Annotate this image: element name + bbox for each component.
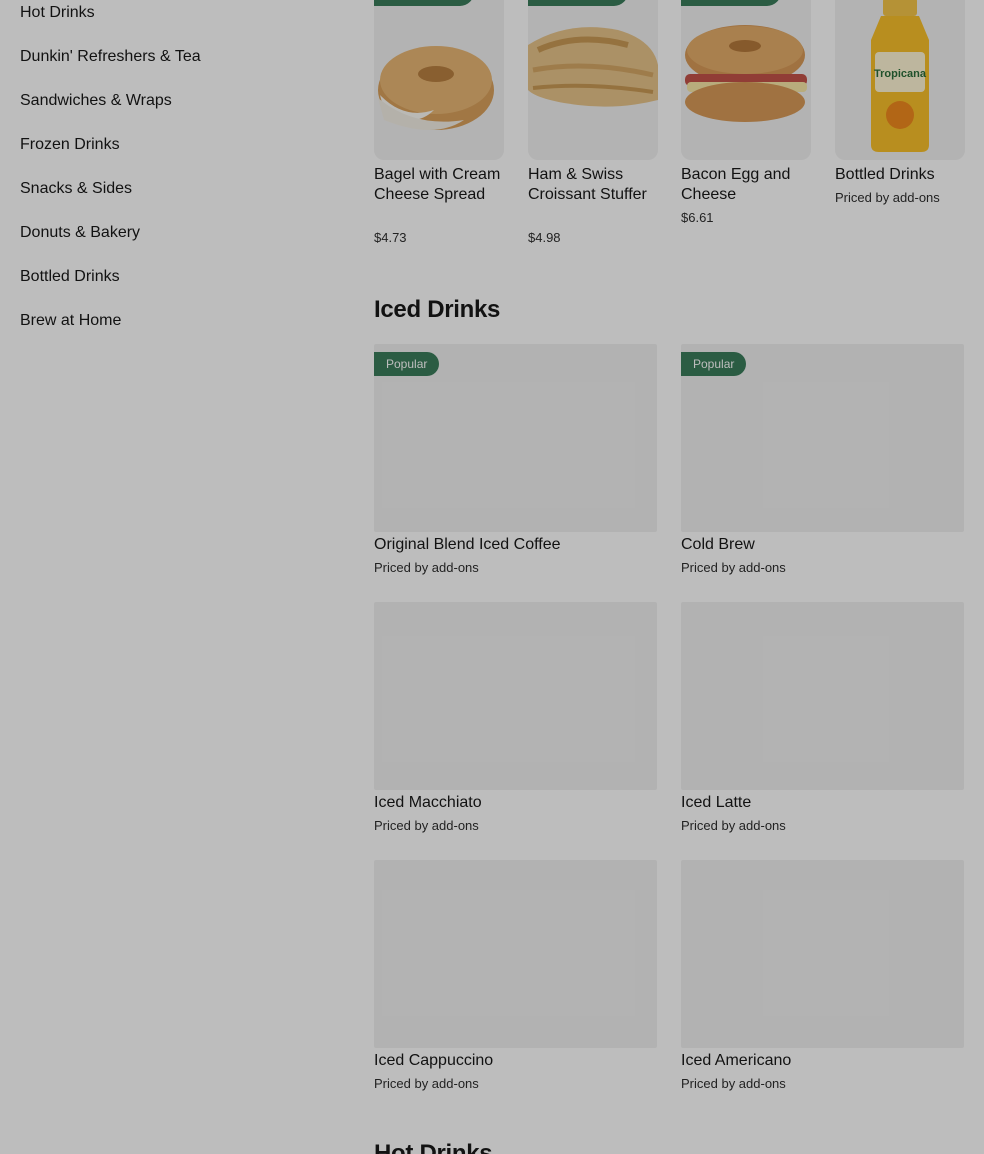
menu-page: Hot Drinks Dunkin' Refreshers & Tea Sand… [0, 0, 984, 1154]
modal-backdrop-overlay[interactable] [0, 0, 984, 1154]
